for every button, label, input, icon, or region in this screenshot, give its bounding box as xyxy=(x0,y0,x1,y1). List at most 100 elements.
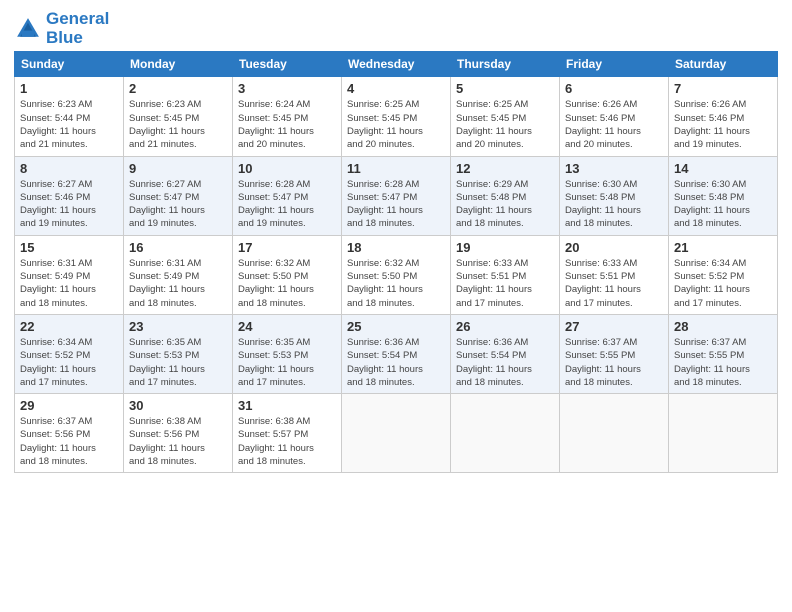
page-container: General Blue SundayMondayTuesdayWednesda… xyxy=(0,0,792,481)
calendar-cell xyxy=(342,394,451,473)
calendar-cell: 21 Sunrise: 6:34 AM Sunset: 5:52 PM Dayli… xyxy=(669,235,778,314)
header-row: SundayMondayTuesdayWednesdayThursdayFrid… xyxy=(15,52,778,77)
day-info: Sunrise: 6:28 AM Sunset: 5:47 PM Dayligh… xyxy=(238,178,336,231)
day-info: Sunrise: 6:35 AM Sunset: 5:53 PM Dayligh… xyxy=(129,336,227,389)
calendar-cell xyxy=(560,394,669,473)
calendar-cell: 31 Sunrise: 6:38 AM Sunset: 5:57 PM Dayli… xyxy=(233,394,342,473)
calendar-cell xyxy=(451,394,560,473)
calendar-cell: 2 Sunrise: 6:23 AM Sunset: 5:45 PM Daylig… xyxy=(124,77,233,156)
day-info: Sunrise: 6:37 AM Sunset: 5:56 PM Dayligh… xyxy=(20,415,118,468)
day-info: Sunrise: 6:27 AM Sunset: 5:47 PM Dayligh… xyxy=(129,178,227,231)
day-number: 26 xyxy=(456,319,554,334)
calendar-cell: 19 Sunrise: 6:33 AM Sunset: 5:51 PM Dayli… xyxy=(451,235,560,314)
calendar-cell: 11 Sunrise: 6:28 AM Sunset: 5:47 PM Dayli… xyxy=(342,156,451,235)
calendar-cell: 9 Sunrise: 6:27 AM Sunset: 5:47 PM Daylig… xyxy=(124,156,233,235)
day-of-week-header: Wednesday xyxy=(342,52,451,77)
day-info: Sunrise: 6:29 AM Sunset: 5:48 PM Dayligh… xyxy=(456,178,554,231)
day-number: 19 xyxy=(456,240,554,255)
day-info: Sunrise: 6:36 AM Sunset: 5:54 PM Dayligh… xyxy=(456,336,554,389)
day-info: Sunrise: 6:23 AM Sunset: 5:44 PM Dayligh… xyxy=(20,98,118,151)
calendar-cell: 22Sunrise: 6:34 AM Sunset: 5:52 PM Dayli… xyxy=(15,314,124,393)
day-info: Sunrise: 6:28 AM Sunset: 5:47 PM Dayligh… xyxy=(347,178,445,231)
day-number: 7 xyxy=(674,81,772,96)
day-number: 21 xyxy=(674,240,772,255)
day-number: 29 xyxy=(20,398,118,413)
calendar-cell: 23Sunrise: 6:35 AM Sunset: 5:53 PM Dayli… xyxy=(124,314,233,393)
day-number: 16 xyxy=(129,240,227,255)
day-info: Sunrise: 6:33 AM Sunset: 5:51 PM Dayligh… xyxy=(456,257,554,310)
calendar-cell: 12 Sunrise: 6:29 AM Sunset: 5:48 PM Dayli… xyxy=(451,156,560,235)
day-number: 2 xyxy=(129,81,227,96)
calendar-cell: 25 Sunrise: 6:36 AM Sunset: 5:54 PM Dayli… xyxy=(342,314,451,393)
day-info: Sunrise: 6:36 AM Sunset: 5:54 PM Dayligh… xyxy=(347,336,445,389)
header: General Blue xyxy=(14,10,778,47)
calendar-cell: 16 Sunrise: 6:31 AM Sunset: 5:49 PM Dayli… xyxy=(124,235,233,314)
day-info: Sunrise: 6:25 AM Sunset: 5:45 PM Dayligh… xyxy=(347,98,445,151)
day-number: 15 xyxy=(20,240,118,255)
day-number: 11 xyxy=(347,161,445,176)
day-info: Sunrise: 6:32 AM Sunset: 5:50 PM Dayligh… xyxy=(347,257,445,310)
calendar-cell: 17Sunrise: 6:32 AM Sunset: 5:50 PM Dayli… xyxy=(233,235,342,314)
day-number: 9 xyxy=(129,161,227,176)
calendar-cell: 14 Sunrise: 6:30 AM Sunset: 5:48 PM Dayli… xyxy=(669,156,778,235)
calendar-cell: 13Sunrise: 6:30 AM Sunset: 5:48 PM Dayli… xyxy=(560,156,669,235)
day-number: 31 xyxy=(238,398,336,413)
calendar-cell: 5 Sunrise: 6:25 AM Sunset: 5:45 PM Daylig… xyxy=(451,77,560,156)
day-info: Sunrise: 6:37 AM Sunset: 5:55 PM Dayligh… xyxy=(565,336,663,389)
day-info: Sunrise: 6:31 AM Sunset: 5:49 PM Dayligh… xyxy=(20,257,118,310)
day-number: 6 xyxy=(565,81,663,96)
logo: General Blue xyxy=(14,10,109,47)
day-info: Sunrise: 6:30 AM Sunset: 5:48 PM Dayligh… xyxy=(674,178,772,231)
day-of-week-header: Sunday xyxy=(15,52,124,77)
logo-icon xyxy=(14,15,42,43)
day-number: 1 xyxy=(20,81,118,96)
day-number: 18 xyxy=(347,240,445,255)
calendar-cell: 28Sunrise: 6:37 AM Sunset: 5:55 PM Dayli… xyxy=(669,314,778,393)
day-info: Sunrise: 6:26 AM Sunset: 5:46 PM Dayligh… xyxy=(565,98,663,151)
day-info: Sunrise: 6:33 AM Sunset: 5:51 PM Dayligh… xyxy=(565,257,663,310)
day-number: 12 xyxy=(456,161,554,176)
calendar-week-row: 1 Sunrise: 6:23 AM Sunset: 5:44 PM Daylig… xyxy=(15,77,778,156)
day-number: 22 xyxy=(20,319,118,334)
calendar-cell: 29 Sunrise: 6:37 AM Sunset: 5:56 PM Dayli… xyxy=(15,394,124,473)
day-number: 24 xyxy=(238,319,336,334)
day-number: 5 xyxy=(456,81,554,96)
day-info: Sunrise: 6:34 AM Sunset: 5:52 PM Dayligh… xyxy=(674,257,772,310)
day-info: Sunrise: 6:27 AM Sunset: 5:46 PM Dayligh… xyxy=(20,178,118,231)
day-info: Sunrise: 6:38 AM Sunset: 5:56 PM Dayligh… xyxy=(129,415,227,468)
day-number: 30 xyxy=(129,398,227,413)
calendar-cell xyxy=(669,394,778,473)
calendar-week-row: 29 Sunrise: 6:37 AM Sunset: 5:56 PM Dayli… xyxy=(15,394,778,473)
calendar-week-row: 22Sunrise: 6:34 AM Sunset: 5:52 PM Dayli… xyxy=(15,314,778,393)
calendar-cell: 20Sunrise: 6:33 AM Sunset: 5:51 PM Dayli… xyxy=(560,235,669,314)
calendar-cell: 3 Sunrise: 6:24 AM Sunset: 5:45 PM Daylig… xyxy=(233,77,342,156)
day-number: 14 xyxy=(674,161,772,176)
calendar-table: SundayMondayTuesdayWednesdayThursdayFrid… xyxy=(14,51,778,473)
calendar-cell: 30 Sunrise: 6:38 AM Sunset: 5:56 PM Dayli… xyxy=(124,394,233,473)
day-number: 25 xyxy=(347,319,445,334)
day-info: Sunrise: 6:38 AM Sunset: 5:57 PM Dayligh… xyxy=(238,415,336,468)
day-info: Sunrise: 6:37 AM Sunset: 5:55 PM Dayligh… xyxy=(674,336,772,389)
day-of-week-header: Monday xyxy=(124,52,233,77)
calendar-cell: 26 Sunrise: 6:36 AM Sunset: 5:54 PM Dayli… xyxy=(451,314,560,393)
day-of-week-header: Saturday xyxy=(669,52,778,77)
calendar-cell: 8 Sunrise: 6:27 AM Sunset: 5:46 PM Daylig… xyxy=(15,156,124,235)
day-info: Sunrise: 6:26 AM Sunset: 5:46 PM Dayligh… xyxy=(674,98,772,151)
day-number: 27 xyxy=(565,319,663,334)
day-number: 3 xyxy=(238,81,336,96)
day-info: Sunrise: 6:35 AM Sunset: 5:53 PM Dayligh… xyxy=(238,336,336,389)
calendar-cell: 4Sunrise: 6:25 AM Sunset: 5:45 PM Daylig… xyxy=(342,77,451,156)
day-info: Sunrise: 6:32 AM Sunset: 5:50 PM Dayligh… xyxy=(238,257,336,310)
day-of-week-header: Thursday xyxy=(451,52,560,77)
day-info: Sunrise: 6:31 AM Sunset: 5:49 PM Dayligh… xyxy=(129,257,227,310)
logo-text: General Blue xyxy=(46,10,109,47)
day-number: 8 xyxy=(20,161,118,176)
day-info: Sunrise: 6:24 AM Sunset: 5:45 PM Dayligh… xyxy=(238,98,336,151)
calendar-cell: 15 Sunrise: 6:31 AM Sunset: 5:49 PM Dayli… xyxy=(15,235,124,314)
day-info: Sunrise: 6:23 AM Sunset: 5:45 PM Dayligh… xyxy=(129,98,227,151)
day-number: 13 xyxy=(565,161,663,176)
calendar-cell: 18 Sunrise: 6:32 AM Sunset: 5:50 PM Dayli… xyxy=(342,235,451,314)
calendar-week-row: 8 Sunrise: 6:27 AM Sunset: 5:46 PM Daylig… xyxy=(15,156,778,235)
day-info: Sunrise: 6:25 AM Sunset: 5:45 PM Dayligh… xyxy=(456,98,554,151)
day-of-week-header: Tuesday xyxy=(233,52,342,77)
